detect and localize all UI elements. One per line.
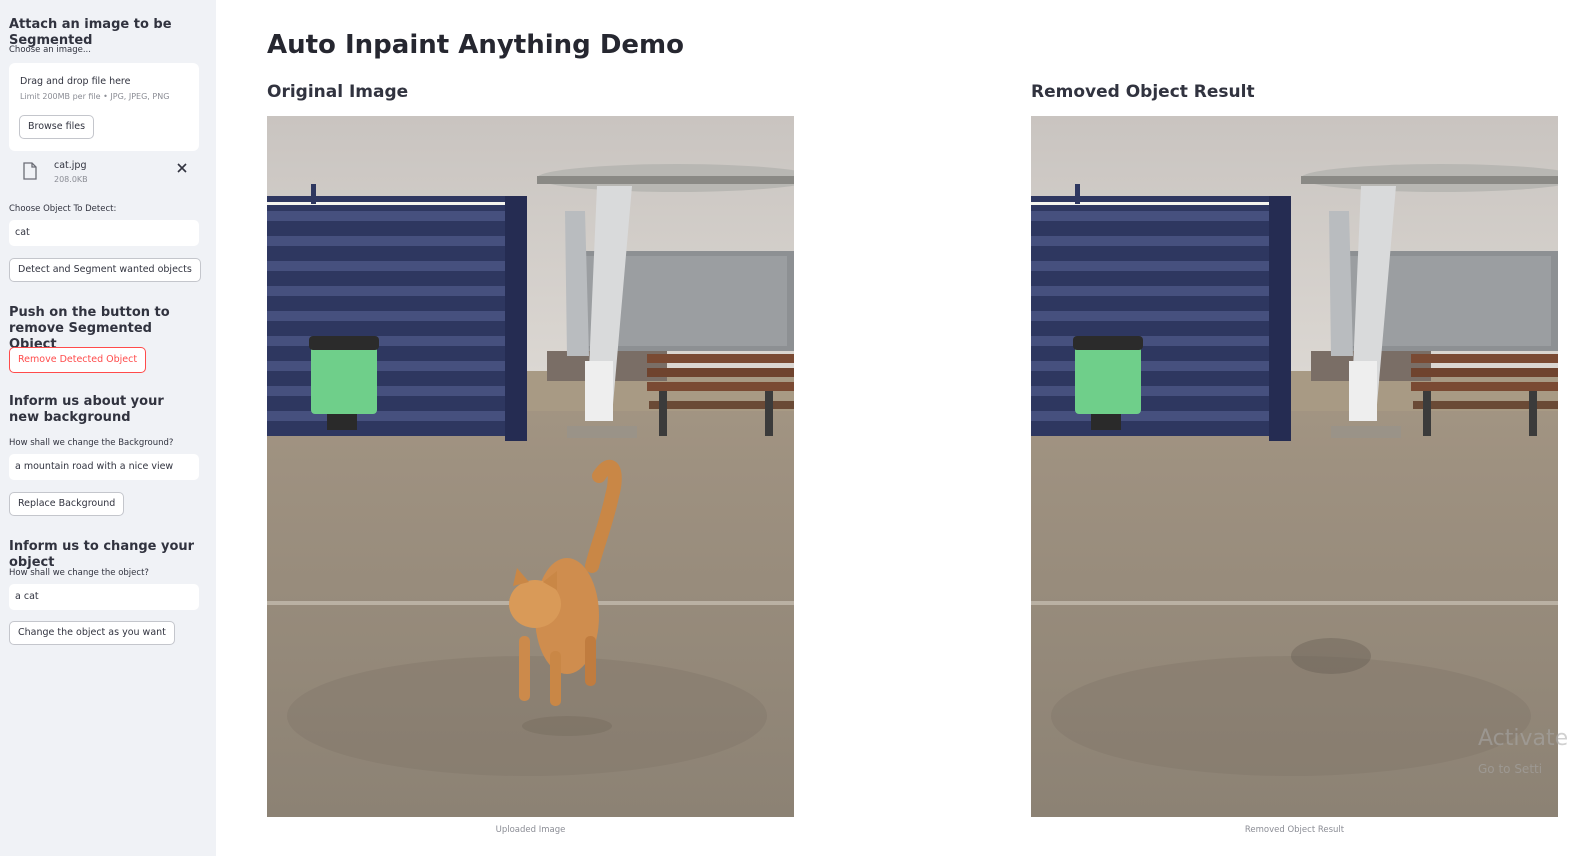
original-image — [267, 116, 794, 817]
activate-windows-watermark: Activate — [1478, 726, 1569, 751]
browse-files-button[interactable]: Browse files — [19, 115, 95, 139]
change-object-input[interactable]: a cat — [9, 584, 199, 610]
file-size: 208.0KB — [54, 175, 88, 184]
change-object-label: How shall we change the object? — [9, 568, 149, 578]
file-icon — [23, 162, 37, 180]
background-label: How shall we change the Background? — [9, 438, 174, 448]
background-prompt-input[interactable]: a mountain road with a nice view — [9, 454, 199, 480]
file-name: cat.jpg — [54, 160, 87, 171]
replace-background-button[interactable]: Replace Background — [9, 492, 125, 516]
result-image-title: Removed Object Result — [1031, 82, 1255, 102]
remove-detected-object-button[interactable]: Remove Detected Object — [9, 347, 147, 373]
remove-section-title: Push on the button to remove Segmented O… — [9, 305, 170, 352]
original-image-caption: Uploaded Image — [495, 825, 566, 835]
change-object-section-title: Inform us to change your object — [9, 539, 195, 570]
object-detect-label: Choose Object To Detect: — [9, 204, 117, 214]
file-uploader-dropzone[interactable]: Drag and drop file here Limit 200MB per … — [9, 63, 199, 151]
page-title: Auto Inpaint Anything Demo — [267, 30, 684, 60]
result-image-caption: Removed Object Result — [1244, 825, 1345, 835]
remove-file-close-icon[interactable] — [175, 161, 189, 175]
object-detect-input[interactable]: cat — [9, 220, 199, 246]
uploaded-file-row: cat.jpg 208.0KB — [9, 156, 199, 188]
change-object-button[interactable]: Change the object as you want — [9, 621, 175, 645]
drag-drop-text: Drag and drop file here — [20, 76, 131, 87]
original-image-title: Original Image — [267, 82, 409, 102]
activate-windows-subtext: Go to Setti — [1478, 762, 1543, 776]
result-image — [1031, 116, 1558, 817]
main-content: Auto Inpaint Anything Demo Original Imag… — [216, 0, 1587, 856]
detect-segment-button[interactable]: Detect and Segment wanted objects — [9, 258, 201, 282]
sidebar: Attach an image to be Segmented Choose a… — [0, 0, 216, 856]
choose-image-label: Choose an image... — [9, 45, 91, 55]
background-section-title: Inform us about your new background — [9, 394, 164, 425]
upload-limit-text: Limit 200MB per file • JPG, JPEG, PNG — [20, 92, 170, 101]
